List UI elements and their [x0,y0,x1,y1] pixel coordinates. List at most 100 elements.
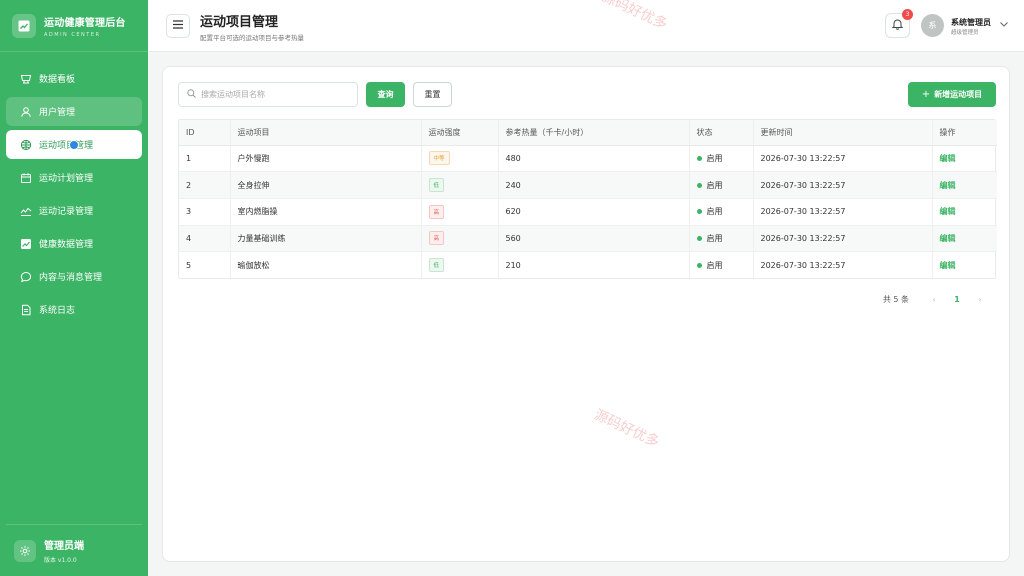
column-header-calories: 参考热量（千卡/小时） [498,120,690,146]
column-header-updated: 更新时间 [753,120,933,146]
cell-name: 户外慢跑 [230,145,422,173]
column-header-id: ID [179,120,231,146]
cell-updated: 2026-07-30 13:22:57 [753,251,933,279]
footer-role-title: 管理员端 [44,541,84,552]
sidebar-item-sport-plans[interactable]: 运动计划管理 [6,163,142,192]
sport-table: ID 运动项目 运动强度 参考热量（千卡/小时） 状态 更新时间 操作 1 户外… [178,119,997,280]
cell-status: 启用 [706,180,723,190]
cell-name: 力量基础训练 [230,225,422,253]
sidebar-item-users[interactable]: 用户管理 [6,97,142,126]
user-name[interactable]: 系统管理员 [951,17,991,28]
page-number-button[interactable]: 1 [947,295,967,304]
edit-link[interactable]: 编辑 [940,154,956,163]
user-role: 超级管理员 [951,30,979,36]
message-icon [20,271,32,283]
cell-calories: 560 [498,225,690,253]
gear-icon [14,539,36,562]
user-icon [20,106,32,118]
dashboard-icon [20,73,32,85]
edit-link[interactable]: 编辑 [940,261,956,270]
cell-updated: 2026-07-30 13:22:57 [753,225,933,253]
reset-button[interactable]: 重置 [413,82,452,107]
sidebar-item-content-messages[interactable]: 内容与消息管理 [6,262,142,291]
cell-id: 1 [179,145,231,173]
calendar-icon [20,172,32,184]
intensity-tag: 中等 [428,151,450,166]
cell-name: 室内燃脂操 [230,198,422,226]
cell-name: 全身拉伸 [230,171,422,199]
sidebar-item-health-data[interactable]: 健康数据管理 [6,229,142,258]
trend-chart-logo-icon [12,13,36,38]
prev-page-button[interactable]: ‹ [927,295,941,304]
document-icon [20,304,32,316]
menu-toggle-button[interactable] [166,14,190,38]
cell-calories: 240 [498,171,690,199]
add-sport-button[interactable]: + 新增运动项目 [908,82,996,107]
intensity-tag: 高 [428,231,445,246]
edit-link[interactable]: 编辑 [940,234,956,243]
search-icon [187,88,196,101]
content-card: 查询 重置 + 新增运动项目 ID 运动项目 运动强度 参考热量（千卡/小时） … [162,66,1010,562]
intensity-tag: 低 [428,258,445,273]
cell-id: 4 [179,225,231,253]
column-header-intensity: 运动强度 [421,120,499,146]
cell-calories: 620 [498,198,690,226]
sidebar-item-system-logs[interactable]: 系统日志 [6,295,142,324]
brand-subtitle: ADMIN CENTER [44,31,101,38]
next-page-button[interactable]: › [973,295,987,304]
edit-link[interactable]: 编辑 [940,207,956,216]
cell-calories: 210 [498,251,690,279]
sidebar-item-label: 运动计划管理 [39,174,94,184]
notification-button[interactable]: 3 [885,9,913,38]
pagination: 共 5 条 ‹ 1 › [883,294,987,305]
pagination-total: 共 5 条 [882,295,909,304]
activity-icon [20,205,32,217]
table-header-row: ID 运动项目 运动强度 参考热量（千卡/小时） 状态 更新时间 操作 [179,120,997,146]
sidebar-item-dashboard[interactable]: 数据看板 [6,64,142,93]
sidebar-item-label: 用户管理 [39,108,76,118]
search-box[interactable] [178,82,358,107]
intensity-tag: 高 [428,204,445,219]
cell-updated: 2026-07-30 13:22:57 [753,145,933,173]
query-button[interactable]: 查询 [366,82,405,107]
table-row: 1 户外慢跑 中等 480 启用 2026-07-30 13:22:57 编辑 [179,145,997,173]
chevron-down-icon[interactable] [999,19,1009,29]
status-dot-icon [696,209,702,215]
page-subtitle: 配置平台可选的运动项目与参考热量 [200,34,304,42]
cell-id: 3 [179,198,231,226]
sport-ball-icon [20,139,32,151]
cell-status: 启用 [706,153,723,163]
page-title: 运动项目管理 [200,15,279,30]
cell-calories: 480 [498,145,690,173]
sidebar-item-label: 数据看板 [39,75,76,85]
table-row: 5 瑜伽放松 低 210 启用 2026-07-30 13:22:57 编辑 [179,251,997,279]
plus-icon: + [921,89,931,100]
cell-status: 启用 [706,207,723,217]
sidebar-footer: 管理员端 版本 v1.0.0 [6,524,142,564]
column-header-action: 操作 [932,120,997,146]
sidebar-item-label: 运动记录管理 [39,207,94,217]
sidebar: 运动健康管理后台 ADMIN CENTER 数据看板 用户管理 运动项目管理 运… [0,0,148,576]
sidebar-item-sport-projects[interactable]: 运动项目管理 [6,130,142,159]
hamburger-icon [173,20,183,32]
cell-updated: 2026-07-30 13:22:57 [753,171,933,199]
status-dot-icon [696,182,702,188]
sidebar-item-label: 健康数据管理 [39,240,94,250]
sidebar-item-sport-records[interactable]: 运动记录管理 [6,196,142,225]
sidebar-nav: 数据看板 用户管理 运动项目管理 运动计划管理 运动记录管理 健康数据管理 内容… [0,52,148,324]
status-dot-icon [696,155,702,161]
table-row: 3 室内燃脂操 高 620 启用 2026-07-30 13:22:57 编辑 [179,198,997,226]
column-header-status: 状态 [689,120,754,146]
edit-link[interactable]: 编辑 [940,181,956,190]
status-dot-icon [696,235,702,241]
cell-name: 瑜伽放松 [230,251,422,279]
table-row: 4 力量基础训练 高 560 启用 2026-07-30 13:22:57 编辑 [179,225,997,253]
chart-icon [20,238,32,250]
brand-title: 运动健康管理后台 [44,17,126,29]
search-input[interactable] [201,90,351,99]
avatar[interactable]: 系 [921,14,944,37]
intensity-tag: 低 [428,178,445,193]
cell-id: 2 [179,171,231,199]
sidebar-item-label: 运动项目管理 [39,141,94,151]
cell-status: 启用 [706,260,723,270]
